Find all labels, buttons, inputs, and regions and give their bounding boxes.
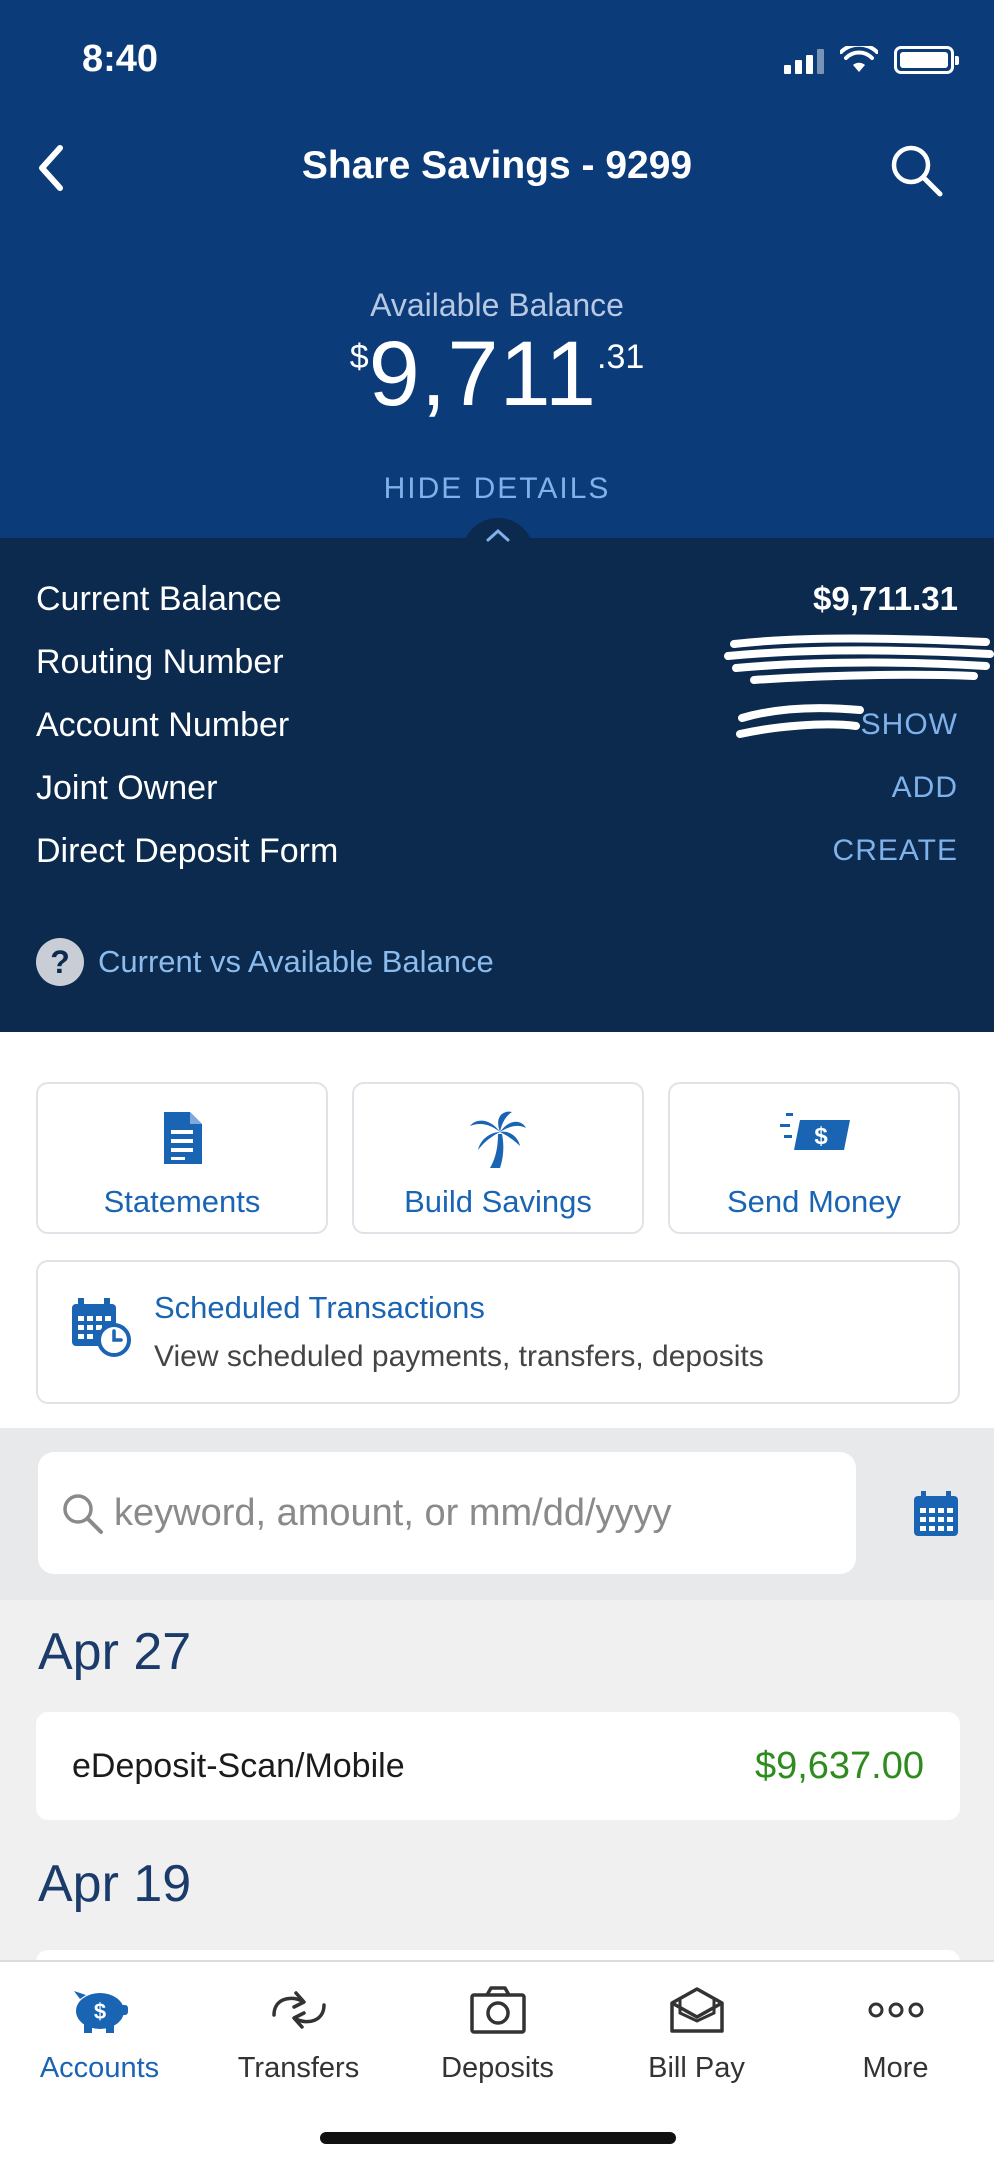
tab-label: Accounts bbox=[39, 2052, 160, 2084]
envelope-icon bbox=[669, 1987, 724, 2033]
scheduled-transactions-card[interactable]: Scheduled Transactions View scheduled pa… bbox=[36, 1260, 960, 1404]
transaction-description: eDeposit-Scan/Mobile bbox=[72, 1746, 405, 1785]
available-balance-amount: $9,711.31 bbox=[0, 322, 994, 427]
search-box[interactable] bbox=[38, 1452, 856, 1574]
palm-tree-icon bbox=[470, 1111, 526, 1168]
build-savings-button[interactable]: Build Savings bbox=[352, 1082, 644, 1234]
account-header: 8:40 Share Savings - 9299 Available Bala… bbox=[0, 0, 994, 538]
tab-accounts[interactable]: $ Accounts bbox=[0, 1980, 199, 2100]
search-icon[interactable] bbox=[886, 140, 946, 200]
magnifier-icon bbox=[63, 1494, 103, 1534]
detail-row-joint-owner: Joint Owner ADD bbox=[36, 763, 958, 813]
tab-transfers[interactable]: Transfers bbox=[199, 1980, 398, 2100]
send-money-icon: $ bbox=[780, 1113, 850, 1150]
show-account-number-button[interactable]: SHOW bbox=[861, 708, 958, 742]
transaction-search-bar bbox=[0, 1428, 994, 1600]
more-icon bbox=[868, 2002, 923, 2018]
detail-row-current-balance: Current Balance $9,711.31 bbox=[36, 574, 958, 624]
balance-whole: 9,711 bbox=[368, 323, 598, 425]
svg-text:$: $ bbox=[93, 1999, 105, 2024]
camera-icon bbox=[469, 1986, 526, 2034]
tab-label: More bbox=[862, 2052, 929, 2084]
svg-text:$: $ bbox=[814, 1123, 828, 1150]
page-title: Share Savings - 9299 bbox=[301, 144, 693, 187]
detail-label: Current Balance bbox=[36, 579, 282, 618]
currency-symbol: $ bbox=[349, 338, 369, 376]
create-direct-deposit-button[interactable]: CREATE bbox=[833, 834, 958, 868]
tab-label: Transfers bbox=[237, 2052, 360, 2084]
detail-row-routing-number: Routing Number bbox=[36, 634, 994, 687]
status-time: 8:40 bbox=[82, 38, 159, 80]
hide-details-button[interactable]: HIDE DETAILS bbox=[0, 472, 994, 506]
transaction-row[interactable]: eDeposit-Scan/Mobile $9,637.00 bbox=[36, 1712, 960, 1820]
quick-action-label: Build Savings bbox=[404, 1184, 592, 1219]
scheduled-title: Scheduled Transactions bbox=[154, 1290, 485, 1325]
bottom-tab-bar: $ Accounts Transfers Deposits Bill Pay M… bbox=[0, 1960, 994, 2160]
quick-action-label: Send Money bbox=[726, 1184, 902, 1219]
redaction-scribble bbox=[736, 704, 864, 738]
detail-row-account-number: Account Number SHOW bbox=[36, 700, 958, 750]
balance-cents: .31 bbox=[597, 338, 645, 376]
detail-value: $9,711.31 bbox=[813, 580, 958, 617]
question-icon: ? bbox=[36, 938, 84, 986]
available-balance-label: Available Balance bbox=[370, 287, 624, 323]
calendar-clock-icon bbox=[72, 1298, 131, 1357]
chevron-up-icon bbox=[486, 528, 510, 542]
quick-action-label: Statements bbox=[103, 1184, 261, 1219]
transaction-date-header: Apr 19 bbox=[38, 1855, 192, 1913]
detail-row-direct-deposit: Direct Deposit Form CREATE bbox=[36, 826, 958, 876]
detail-label: Direct Deposit Form bbox=[36, 831, 339, 870]
add-joint-owner-button[interactable]: ADD bbox=[892, 771, 958, 805]
tab-label: Bill Pay bbox=[648, 2052, 745, 2084]
wifi-icon bbox=[840, 46, 878, 72]
send-money-button[interactable]: $ Send Money bbox=[668, 1082, 960, 1234]
transfer-icon bbox=[271, 1991, 326, 2029]
transaction-amount: $9,637.00 bbox=[754, 1744, 924, 1787]
battery-icon bbox=[894, 46, 959, 74]
home-indicator bbox=[320, 2132, 676, 2144]
transaction-date-header: Apr 27 bbox=[38, 1623, 192, 1681]
calendar-icon[interactable] bbox=[912, 1490, 960, 1538]
balance-help-link[interactable]: ? Current vs Available Balance bbox=[36, 938, 494, 986]
redaction-scribble bbox=[724, 634, 994, 684]
help-link-label: Current vs Available Balance bbox=[98, 944, 494, 979]
detail-label: Account Number bbox=[36, 705, 290, 744]
piggy-bank-icon: $ bbox=[73, 1991, 128, 2033]
scheduled-subtitle: View scheduled payments, transfers, depo… bbox=[154, 1340, 764, 1373]
search-input[interactable] bbox=[114, 1491, 834, 1535]
tab-deposits[interactable]: Deposits bbox=[398, 1980, 597, 2100]
signal-icon bbox=[784, 48, 824, 74]
document-icon bbox=[164, 1112, 202, 1164]
status-icons bbox=[784, 44, 959, 74]
tab-bill-pay[interactable]: Bill Pay bbox=[597, 1980, 796, 2100]
tab-more[interactable]: More bbox=[796, 1980, 994, 2100]
detail-label: Joint Owner bbox=[36, 768, 218, 807]
detail-label: Routing Number bbox=[36, 642, 284, 681]
statements-button[interactable]: Statements bbox=[36, 1082, 328, 1234]
tab-label: Deposits bbox=[441, 2052, 554, 2084]
